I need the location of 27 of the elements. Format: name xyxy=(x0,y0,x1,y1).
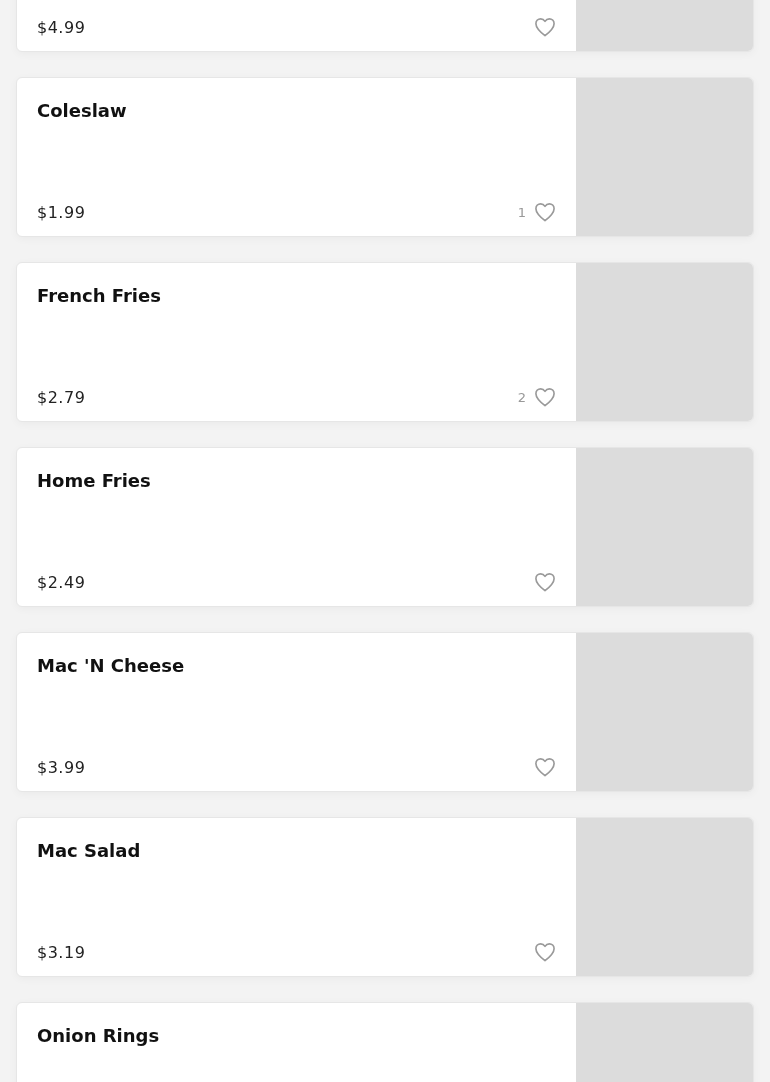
heart-icon[interactable] xyxy=(534,387,556,407)
heart-icon[interactable] xyxy=(534,17,556,37)
item-card[interactable]: Home Fries $2.49 xyxy=(16,447,754,607)
item-price: $3.19 xyxy=(37,942,86,962)
heart-icon[interactable] xyxy=(534,572,556,592)
item-name: Coleslaw xyxy=(37,100,128,121)
item-price: $4.99 xyxy=(37,17,86,37)
heart-icon[interactable] xyxy=(534,757,556,777)
item-price: $2.79 xyxy=(37,387,86,407)
item-name: French Fries xyxy=(37,285,162,306)
item-card[interactable]: Coleslaw $1.99 1 xyxy=(16,77,754,237)
item-price: $1.99 xyxy=(37,202,86,222)
item-card[interactable]: $4.99 xyxy=(16,0,754,52)
like-count: 1 xyxy=(517,204,526,220)
like-count: 2 xyxy=(517,389,526,405)
item-card[interactable]: Mac 'N Cheese $3.99 xyxy=(16,632,754,792)
item-name: Mac Salad xyxy=(37,840,142,861)
item-name: Onion Rings xyxy=(37,1025,161,1046)
item-price: $3.99 xyxy=(37,757,86,777)
heart-icon[interactable] xyxy=(534,202,556,222)
heart-icon[interactable] xyxy=(534,942,556,962)
item-name: Home Fries xyxy=(37,470,152,491)
item-name: Mac 'N Cheese xyxy=(37,655,186,676)
item-card[interactable]: French Fries $2.79 2 xyxy=(16,262,754,422)
item-card[interactable]: Onion Rings xyxy=(16,1002,754,1082)
item-card[interactable]: Mac Salad $3.19 xyxy=(16,817,754,977)
item-price: $2.49 xyxy=(37,572,86,592)
